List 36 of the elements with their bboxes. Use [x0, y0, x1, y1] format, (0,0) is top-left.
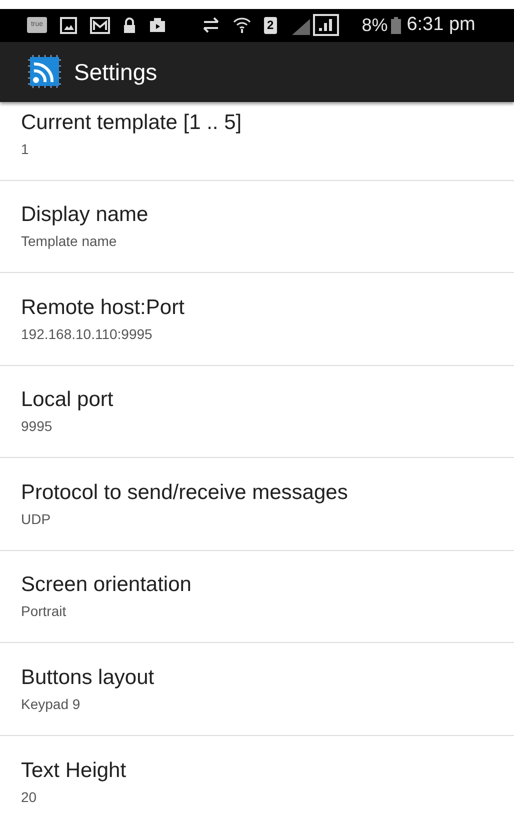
- preference-summary: Portrait: [21, 602, 68, 620]
- preference-item[interactable]: Text Height 20: [0, 736, 514, 828]
- preference-title: Protocol to send/receive messages: [21, 480, 349, 506]
- mail-icon: [90, 16, 110, 34]
- preference-title: Buttons layout: [21, 664, 156, 691]
- preference-summary: Template name: [21, 232, 118, 250]
- app-icon: [27, 54, 62, 90]
- preference-title: Remote host:Port: [21, 294, 186, 321]
- preference-title: Current template [1 .. 5]: [21, 110, 243, 136]
- preference-summary: 20: [21, 788, 38, 806]
- preference-item[interactable]: Local port 9995: [0, 366, 514, 458]
- preference-summary: 192.168.10.110:9995: [21, 324, 154, 343]
- app-title: Settings: [74, 58, 158, 87]
- preference-summary: UDP: [21, 510, 52, 528]
- preference-item[interactable]: Current template [1 .. 5] 1: [0, 88, 514, 181]
- sim-badge: 2: [264, 16, 277, 34]
- lock-icon: [123, 16, 136, 34]
- transfer-arrows-icon: [202, 17, 220, 34]
- battery-icon: [390, 16, 401, 34]
- clock: 6:31 pm: [406, 13, 476, 38]
- image-icon: [60, 16, 77, 34]
- preference-summary: 1: [21, 140, 30, 158]
- preference-item[interactable]: Display name Template name: [0, 180, 514, 274]
- preference-item[interactable]: Remote host:Port 192.168.10.110:9995: [0, 273, 514, 366]
- preference-summary: Keypad 9: [21, 694, 82, 713]
- preference-title: Text Height: [21, 758, 128, 784]
- preference-summary: 9995: [21, 417, 54, 436]
- battery-percent: 8%: [362, 14, 388, 37]
- preference-title: Local port: [21, 387, 114, 414]
- wifi-icon: [233, 16, 251, 34]
- preference-title: Screen orientation: [21, 572, 192, 598]
- preference-item[interactable]: Buttons layout Keypad 9: [0, 643, 514, 736]
- preference-title: Display name: [21, 202, 150, 228]
- play-store-icon: [149, 17, 166, 34]
- preference-item[interactable]: Screen orientation Portrait: [0, 550, 514, 644]
- preference-item[interactable]: Protocol to send/receive messages UDP: [0, 458, 514, 551]
